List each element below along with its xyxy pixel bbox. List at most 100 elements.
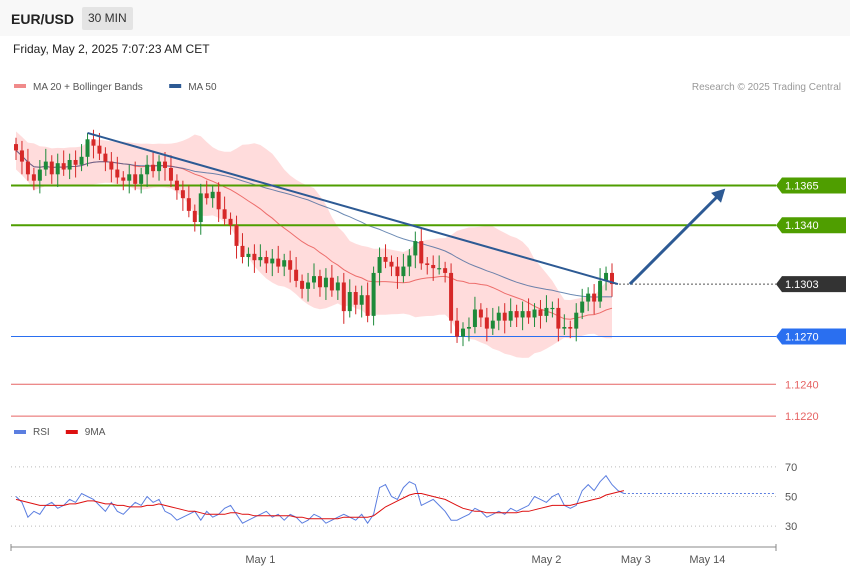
level-label-1.1220: 1.1220	[785, 411, 819, 423]
rsi-tick-30: 30	[785, 521, 797, 533]
candle-body	[472, 309, 477, 328]
candle-body	[466, 327, 471, 329]
candle-body	[371, 272, 376, 316]
candle-body	[210, 191, 215, 199]
candle-body	[526, 311, 531, 318]
candle-body	[586, 293, 591, 302]
candle-body	[431, 264, 436, 269]
candle-body	[508, 311, 513, 321]
candle-body	[288, 260, 293, 270]
candle-body	[300, 280, 305, 289]
x-tick-label: May 1	[245, 554, 275, 566]
candle-body	[544, 307, 549, 316]
legend-swatch	[14, 84, 26, 88]
candle-body	[37, 169, 42, 181]
candle-body	[31, 174, 36, 181]
candle-body	[437, 268, 442, 270]
candle-body	[294, 269, 299, 281]
candle-body	[478, 309, 483, 318]
candle-body	[580, 301, 585, 313]
level-label-1.1340: 1.1340	[785, 220, 819, 232]
candle-body	[329, 277, 334, 291]
candle-body	[514, 311, 519, 318]
candle-body	[234, 225, 239, 246]
rsi-legend-label: RSI	[33, 427, 50, 438]
rsi-panel: RSI 9MA 70 50 30	[11, 427, 797, 533]
candle-body	[91, 139, 96, 146]
candle-body	[502, 312, 507, 321]
candle-body	[43, 161, 48, 170]
level-label-1.1303: 1.1303	[785, 279, 819, 291]
candle-body	[425, 263, 430, 265]
candle-body	[145, 164, 150, 175]
candle-body	[520, 311, 525, 318]
candle-body	[192, 210, 197, 223]
candle-body	[186, 198, 191, 211]
candle-body	[335, 282, 340, 291]
x-tick-label: May 2	[531, 554, 561, 566]
candle-body	[240, 245, 245, 258]
candle-body	[79, 156, 84, 165]
candle-body	[49, 161, 54, 175]
candle-body	[174, 180, 179, 191]
candle-body	[246, 253, 251, 258]
candle-body	[25, 161, 30, 175]
rsi-legend-swatch	[14, 430, 26, 434]
level-label-1.1270: 1.1270	[785, 332, 819, 344]
candle-body	[180, 190, 185, 199]
candle-body	[461, 328, 465, 337]
candle-body	[121, 177, 126, 181]
candle-body	[14, 144, 18, 151]
candle-body	[228, 218, 233, 226]
candle-body	[133, 174, 138, 184]
chart-page: EUR/USD 30 MIN Friday, May 2, 2025 7:07:…	[0, 0, 850, 576]
copyright-text: Research © 2025 Trading Central	[692, 82, 841, 93]
candle-body	[97, 145, 102, 154]
candle-body	[455, 320, 460, 337]
candle-body	[270, 258, 275, 264]
candle-body	[377, 257, 382, 273]
candle-body	[407, 255, 412, 267]
candle-body	[395, 266, 400, 277]
candle-body	[55, 163, 60, 175]
candle-body	[413, 241, 418, 256]
candle-body	[419, 241, 424, 264]
candle-body	[127, 174, 132, 181]
candle-body	[562, 327, 567, 329]
candle-body	[264, 257, 269, 264]
candle-body	[85, 139, 90, 157]
candle-body	[103, 153, 108, 162]
rsi-tick-70: 70	[785, 462, 797, 474]
price-chart: 1.1365 1.1340 1.1303 1.1270 1.1240 1.1220 MA …	[10, 82, 846, 566]
level-label-1.1365: 1.1365	[785, 180, 819, 192]
candle-body	[389, 261, 394, 267]
legend-label: MA 20 + Bollinger Bands	[33, 82, 143, 93]
legend-label: MA 50	[188, 82, 217, 93]
x-axis: May 1 May 2 May 3 May 14	[10, 544, 777, 566]
rsi-line	[15, 474, 625, 525]
candle-body	[598, 280, 603, 302]
candle-body	[258, 257, 263, 261]
candle-body	[306, 282, 311, 289]
candle-body	[222, 209, 227, 219]
price-legend: MA 20 + Bollinger Bands MA 50	[14, 82, 217, 93]
rsi-legend-label: 9MA	[85, 427, 106, 438]
candle-body	[109, 161, 114, 170]
candle-body	[151, 164, 156, 172]
candle-body	[276, 258, 281, 267]
candle-body	[19, 150, 24, 162]
candle-body	[73, 159, 78, 165]
candle-body	[139, 174, 144, 184]
candle-body	[365, 295, 370, 316]
candle-body	[383, 257, 388, 262]
candle-body	[323, 277, 328, 288]
rsi-tick-50: 50	[785, 491, 797, 503]
candle-body	[67, 159, 72, 170]
candle-body	[490, 320, 495, 329]
candle-body	[168, 167, 173, 181]
candle-body	[204, 193, 209, 199]
candle-body	[216, 191, 221, 210]
candle-body	[532, 309, 537, 318]
candle-body	[198, 193, 203, 223]
candle-body	[317, 276, 322, 288]
